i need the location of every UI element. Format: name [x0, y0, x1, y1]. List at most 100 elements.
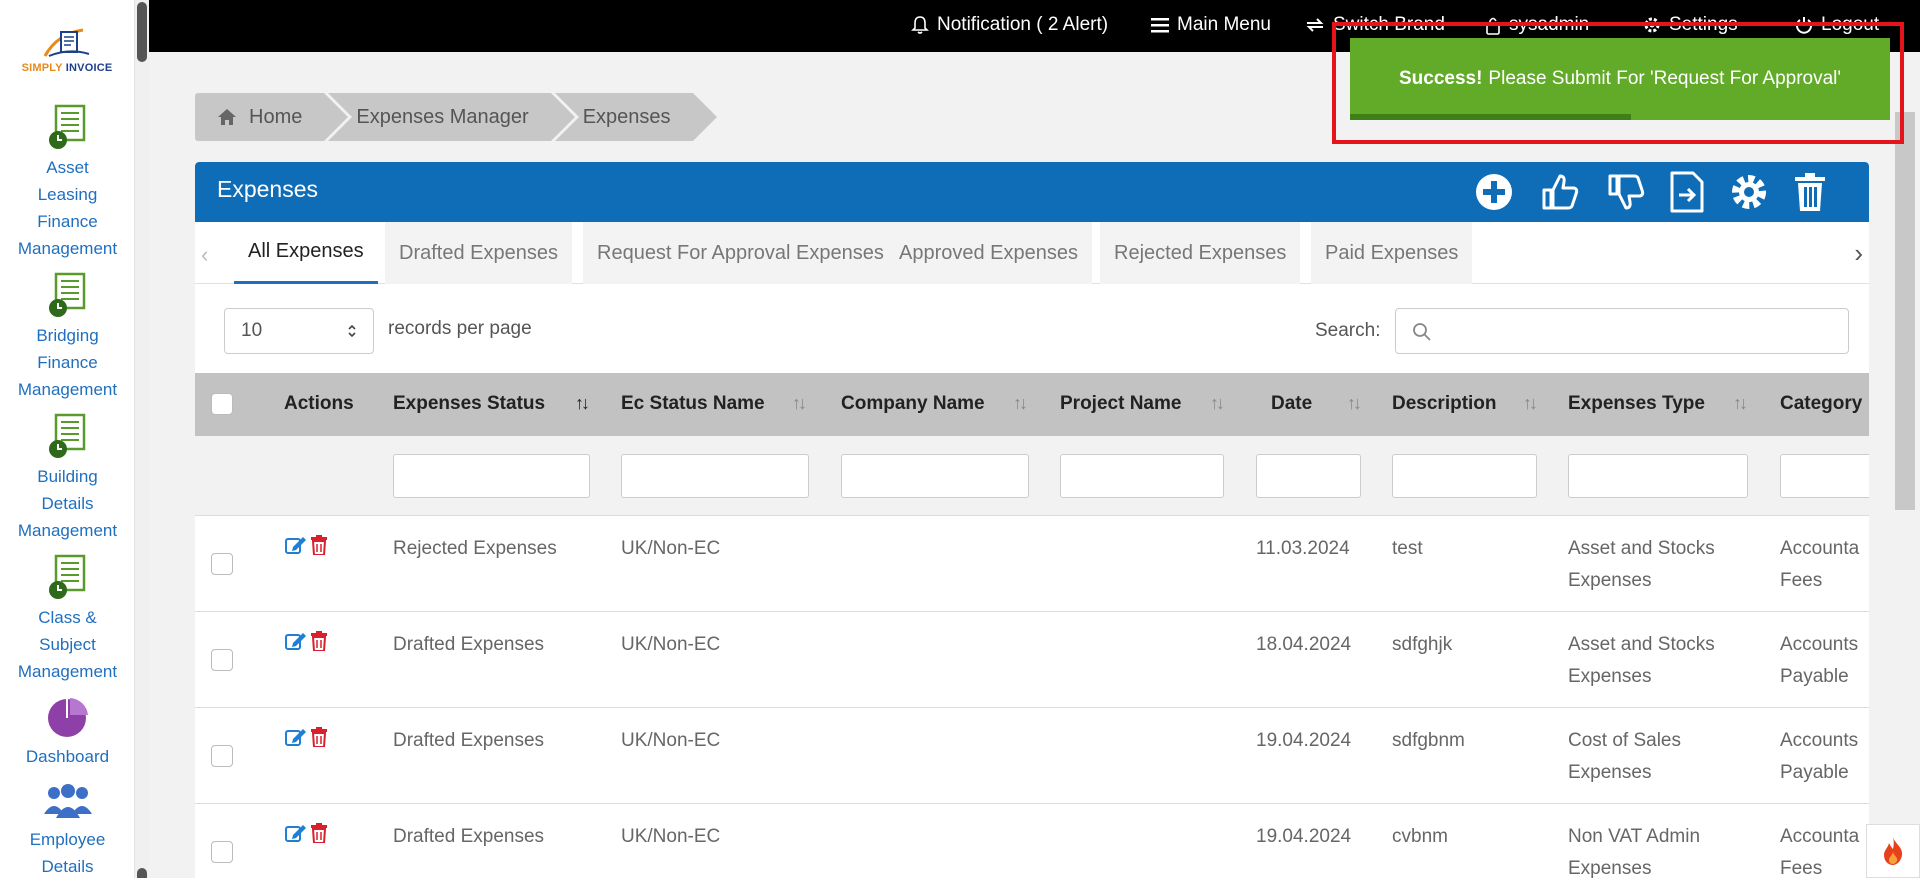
- switch-arrows-icon: [1306, 18, 1324, 32]
- sidebar-item-building-details[interactable]: Building Details Management: [0, 413, 134, 544]
- thumbs-up-icon: [1542, 174, 1579, 210]
- tab-all-expenses[interactable]: All Expenses: [234, 222, 378, 284]
- filter-company[interactable]: [841, 454, 1029, 498]
- sidebar-item-employee-details[interactable]: Employee Details: [0, 784, 134, 878]
- column-header-description[interactable]: Description: [1392, 393, 1497, 415]
- sort-icon[interactable]: ↑↓: [1733, 393, 1748, 414]
- ledger-clock-icon: [48, 413, 85, 458]
- sidebar-item-label: Class &: [38, 608, 97, 627]
- cell-status: Drafted Expenses: [393, 730, 545, 751]
- row-checkbox[interactable]: [211, 841, 233, 863]
- breadcrumb-expenses[interactable]: Expenses: [554, 93, 717, 141]
- breadcrumb-home[interactable]: Home: [195, 93, 349, 141]
- delete-icon[interactable]: [311, 535, 327, 555]
- main-menu-link[interactable]: Main Menu: [1151, 14, 1271, 36]
- sidebar-item-label: Subject: [39, 635, 96, 654]
- page-scrollbar[interactable]: [1895, 112, 1915, 510]
- app-logo[interactable]: SIMPLY INVOICE: [8, 26, 126, 78]
- tab-rejected-expenses[interactable]: Rejected Expenses: [1100, 222, 1301, 284]
- sort-icon[interactable]: ↑↓: [1523, 393, 1538, 414]
- search-icon: [1413, 323, 1431, 341]
- tab-request-for-approval[interactable]: Request For Approval Expenses: [583, 222, 898, 284]
- sidebar-item-label: Management: [17, 662, 118, 681]
- filter-description[interactable]: [1392, 454, 1537, 498]
- sort-icon[interactable]: ↑↓: [1347, 393, 1362, 414]
- edit-icon[interactable]: [285, 535, 307, 555]
- column-header-company[interactable]: Company Name: [841, 393, 985, 415]
- filter-project[interactable]: [1060, 454, 1224, 498]
- row-checkbox[interactable]: [211, 553, 233, 575]
- search-input[interactable]: [1395, 308, 1849, 354]
- sidebar-scrollbar[interactable]: [135, 0, 149, 878]
- reject-button[interactable]: [1604, 170, 1648, 214]
- approve-button[interactable]: [1538, 170, 1582, 214]
- sidebar-item-bridging-finance[interactable]: Bridging Finance Management: [0, 272, 134, 403]
- page-length-select[interactable]: 10: [224, 308, 374, 354]
- edit-icon[interactable]: [285, 727, 307, 747]
- ledger-clock-icon: [48, 104, 85, 149]
- filter-ec-status[interactable]: [621, 454, 809, 498]
- column-header-expenses-status[interactable]: Expenses Status: [393, 393, 545, 415]
- row-checkbox[interactable]: [211, 745, 233, 767]
- column-header-date[interactable]: Date: [1271, 393, 1312, 415]
- column-header-expenses-type[interactable]: Expenses Type: [1568, 393, 1705, 415]
- table-row[interactable]: Drafted Expenses UK/Non-EC 18.04.2024 sd…: [195, 613, 1869, 708]
- row-checkbox[interactable]: [211, 649, 233, 671]
- column-header-project[interactable]: Project Name: [1060, 393, 1181, 415]
- settings-button[interactable]: [1727, 170, 1771, 214]
- filter-expenses-type[interactable]: [1568, 454, 1748, 498]
- add-icon: [1476, 174, 1512, 210]
- sidebar-scrollbar-thumb[interactable]: [137, 2, 147, 62]
- sort-icon[interactable]: ↑↓: [575, 393, 590, 414]
- toast-message: Please Submit For 'Request For Approval': [1488, 68, 1842, 89]
- debug-toolbar-button[interactable]: [1866, 824, 1920, 878]
- edit-icon[interactable]: [285, 631, 307, 651]
- filter-date[interactable]: [1256, 454, 1361, 498]
- edit-icon[interactable]: [285, 823, 307, 843]
- toast-progress-bar: [1350, 114, 1631, 120]
- tab-paid-expenses[interactable]: Paid Expenses: [1311, 222, 1473, 284]
- select-all-checkbox[interactable]: [211, 393, 233, 415]
- sidebar-item-label: Finance: [37, 212, 98, 231]
- sidebar-item-label: Dashboard: [25, 747, 110, 766]
- sort-icon[interactable]: ↑↓: [1210, 393, 1225, 414]
- export-button[interactable]: [1665, 170, 1709, 214]
- cell-type-line2: Expenses: [1568, 570, 1652, 591]
- success-toast[interactable]: Success! Please Submit For 'Request For …: [1350, 38, 1890, 120]
- add-button[interactable]: [1472, 170, 1516, 214]
- delete-button[interactable]: [1788, 170, 1832, 214]
- delete-icon[interactable]: [311, 727, 327, 747]
- delete-icon[interactable]: [311, 823, 327, 843]
- table-row[interactable]: Drafted Expenses UK/Non-EC 19.04.2024 sd…: [195, 709, 1869, 804]
- column-header-ec-status[interactable]: Ec Status Name: [621, 393, 765, 415]
- sidebar-item-asset-leasing[interactable]: Asset Leasing Finance Management: [0, 104, 134, 262]
- cell-type-line2: Expenses: [1568, 858, 1652, 878]
- notification-link[interactable]: Notification ( 2 Alert): [911, 14, 1108, 36]
- filter-expenses-status[interactable]: [393, 454, 590, 498]
- table-row[interactable]: Drafted Expenses UK/Non-EC 19.04.2024 cv…: [195, 805, 1869, 878]
- cell-category: Accounts: [1780, 730, 1859, 751]
- tab-approved-expenses[interactable]: Approved Expenses: [885, 222, 1093, 284]
- sidebar-item-dashboard[interactable]: Dashboard: [0, 697, 134, 770]
- column-header-category[interactable]: Category: [1780, 393, 1862, 415]
- cell-type-line2: Expenses: [1568, 762, 1652, 783]
- sidebar-item-class-subject[interactable]: Class & Subject Management: [0, 554, 134, 685]
- page-length-value: 10: [241, 320, 263, 341]
- spinner-arrows-icon: [348, 324, 356, 338]
- sidebar-item-label: Management: [17, 521, 118, 540]
- table-row[interactable]: Rejected Expenses UK/Non-EC 11.03.2024 t…: [195, 517, 1869, 612]
- delete-icon[interactable]: [311, 631, 327, 651]
- sort-icon[interactable]: ↑↓: [792, 393, 807, 414]
- filter-category[interactable]: [1780, 454, 1869, 498]
- tab-drafted-expenses[interactable]: Drafted Expenses: [385, 222, 572, 284]
- cell-type: Asset and Stocks: [1568, 634, 1715, 655]
- cell-ec-status: UK/Non-EC: [621, 634, 721, 655]
- cell-type: Non VAT Admin: [1568, 826, 1701, 847]
- breadcrumb-expenses-manager[interactable]: Expenses Manager: [328, 93, 576, 141]
- main-menu-label: Main Menu: [1177, 14, 1271, 35]
- sort-icon[interactable]: ↑↓: [1013, 393, 1028, 414]
- tabs-next-arrow[interactable]: ›: [1854, 238, 1863, 269]
- hamburger-icon: [1151, 18, 1169, 33]
- tabs-prev-arrow[interactable]: ‹: [201, 242, 208, 268]
- sidebar-item-label: Leasing: [37, 185, 98, 204]
